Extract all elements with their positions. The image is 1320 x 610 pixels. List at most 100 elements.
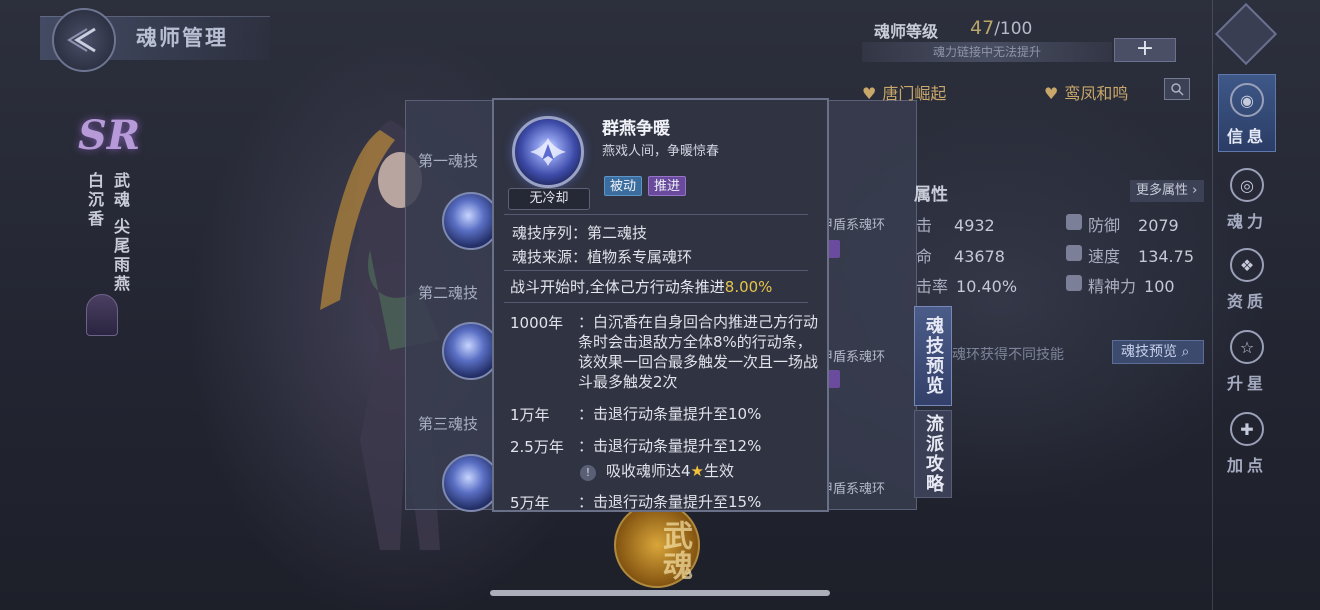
tier-4-desc: ：击退行动条量提升至15% (578, 493, 762, 511)
skill-slot-1-label: 第一魂技 (418, 152, 479, 170)
nav-soul-power[interactable]: ◎ 魂力 (1218, 160, 1276, 238)
tab-skill-preview[interactable]: 魂技预览 (914, 306, 952, 406)
skill-detail-popup: 无冷却 群燕争暖 燕戏人间，争暖惊春 被动 推进 魂技序列：第二魂技 魂技来源：… (492, 98, 829, 512)
tier-2-desc: ：击退行动条量提升至10% (578, 405, 762, 423)
level-note: 魂力链接中无法提升 (862, 42, 1112, 62)
star-up-icon: ☆ (1230, 330, 1264, 364)
spirit-icon (1066, 275, 1082, 291)
level-up-button[interactable]: + (1114, 38, 1176, 62)
stat-crit-label: 击率 (916, 277, 949, 296)
initial-effect-value: 8.00% (724, 278, 773, 296)
tier-3-desc: ：击退行动条量提升至12% (578, 437, 762, 455)
cooldown-badge: 无冷却 (508, 188, 590, 210)
star-icon: ★ (690, 462, 704, 480)
speed-icon (1066, 245, 1082, 261)
warning-icon: ! (580, 465, 596, 481)
stat-hp-value: 43678 (954, 247, 1005, 266)
skill-sequence: 魂技序列：第二魂技 (512, 224, 648, 242)
nav-info-label: 信息 (1226, 127, 1267, 146)
add-point-icon: ✚ (1230, 412, 1264, 446)
wuhun-button-label: 武魂 (657, 520, 692, 580)
skill-preview-button[interactable]: 魂技预览 ⌕ (1112, 340, 1204, 364)
stat-attack: 击 4932 (916, 212, 995, 236)
tag-advance: 推进 (648, 176, 687, 196)
search-icon (1171, 83, 1184, 96)
nav-star-up[interactable]: ☆ 升星 (1218, 322, 1276, 400)
back-arrow-icon (67, 27, 96, 53)
tab-skill-preview-label: 魂技预览 (923, 316, 944, 396)
tab-strategy[interactable]: 流派攻略 (914, 410, 952, 498)
divider (504, 302, 808, 303)
stat-attack-value: 4932 (954, 216, 995, 235)
tab-strategy-label: 流派攻略 (923, 414, 944, 494)
stat-speed: 速度 134.75 (1088, 243, 1194, 267)
nav-aptitude-label: 资质 (1226, 292, 1267, 311)
page-title: 魂师管理 (136, 26, 228, 50)
stat-speed-label: 速度 (1088, 247, 1121, 266)
stat-hp-label: 命 (916, 247, 933, 266)
nav-aptitude[interactable]: ❖ 资质 (1218, 240, 1276, 318)
soul-power-icon: ◎ (1230, 168, 1264, 202)
more-attributes-label: 更多属性 (1136, 183, 1189, 198)
skill-slot-3-label: 第三魂技 (418, 415, 479, 433)
home-indicator (490, 590, 830, 596)
ring-type-2: 甲盾系魂环 (820, 350, 886, 365)
stat-spirit: 精神力 100 (1088, 273, 1175, 297)
tier-4-age: 5万年 (510, 494, 550, 512)
tier-2-age: 1万年 (510, 406, 550, 424)
requirement-text: 吸收魂师达4 (606, 462, 691, 480)
ring-type-3: 甲盾系魂环 (820, 482, 886, 497)
back-button[interactable] (52, 8, 116, 72)
initial-effect-text: 战斗开始时,全体己方行动条推进 (510, 278, 725, 296)
nav-add-point[interactable]: ✚ 加点 (1218, 404, 1276, 482)
bond-2-label: 鸾凤和鸣 (1064, 84, 1129, 103)
tier-requirement: ! 吸收魂师达4★生效 (580, 460, 734, 481)
nav-divider (1212, 0, 1213, 610)
stat-defense: 防御 2079 (1088, 212, 1179, 236)
skill-slot-2-label: 第二魂技 (418, 284, 479, 302)
more-attributes-button[interactable]: 更多属性 › (1130, 180, 1204, 202)
character-avatar[interactable] (86, 294, 118, 336)
stat-attack-label: 击 (916, 216, 933, 235)
wuhun-name: 尖尾雨燕 (111, 218, 130, 294)
skill-preview-button-label: 魂技预览 (1121, 344, 1177, 360)
nav-info[interactable]: ◉ 信息 (1218, 74, 1276, 152)
stat-hp: 命 43678 (916, 243, 1005, 267)
tier-3-age: 2.5万年 (510, 438, 564, 456)
level-max: /100 (994, 19, 1033, 39)
aptitude-icon: ❖ (1230, 248, 1264, 282)
divider (504, 214, 808, 215)
divider (504, 270, 808, 271)
rarity-badge: SR (78, 112, 141, 159)
wuhun-label: 武魂 (111, 172, 130, 210)
search-button[interactable] (1164, 78, 1190, 100)
stat-speed-value: 134.75 (1138, 247, 1194, 266)
heart-icon: ♥ (1044, 84, 1059, 103)
nav-add-point-label: 加点 (1226, 456, 1267, 475)
stat-crit: 击率 10.40% (916, 273, 1017, 297)
bond-1-label: 唐门崛起 (882, 84, 947, 103)
shield-icon (1066, 214, 1082, 230)
search-icon: ⌕ (1181, 344, 1190, 360)
nav-soul-power-label: 魂力 (1226, 212, 1267, 231)
bond-1[interactable]: ♥ 唐门崛起 (862, 80, 946, 104)
stat-defense-value: 2079 (1138, 216, 1179, 235)
tier-1-age: 1000年 (510, 314, 564, 332)
heart-icon: ♥ (862, 84, 877, 103)
skill-source: 魂技来源：植物系专属魂环 (512, 248, 693, 266)
swallow-wings-icon (530, 138, 566, 166)
level-label: 魂师等级 (874, 22, 939, 41)
tier-1-desc: ：白沉香在自身回合内推进己方行动条时会击退敌方全体8%的行动条，该效果一回合最多… (578, 313, 819, 391)
bond-2[interactable]: ♥ 鸾凤和鸣 (1044, 80, 1128, 104)
skill-subtitle: 燕戏人间，争暖惊春 (602, 144, 720, 159)
character-name: 白沉香 (85, 172, 104, 229)
stat-spirit-value: 100 (1144, 277, 1175, 296)
stat-defense-label: 防御 (1088, 216, 1121, 235)
requirement-suffix: 生效 (704, 462, 735, 480)
stat-crit-value: 10.40% (956, 277, 1018, 296)
stat-spirit-label: 精神力 (1088, 277, 1137, 296)
ring-hint: 魂环获得不同技能 (952, 347, 1064, 363)
info-icon: ◉ (1230, 83, 1264, 117)
nav-star-up-label: 升星 (1226, 374, 1267, 393)
skill-name: 群燕争暖 (602, 119, 670, 139)
